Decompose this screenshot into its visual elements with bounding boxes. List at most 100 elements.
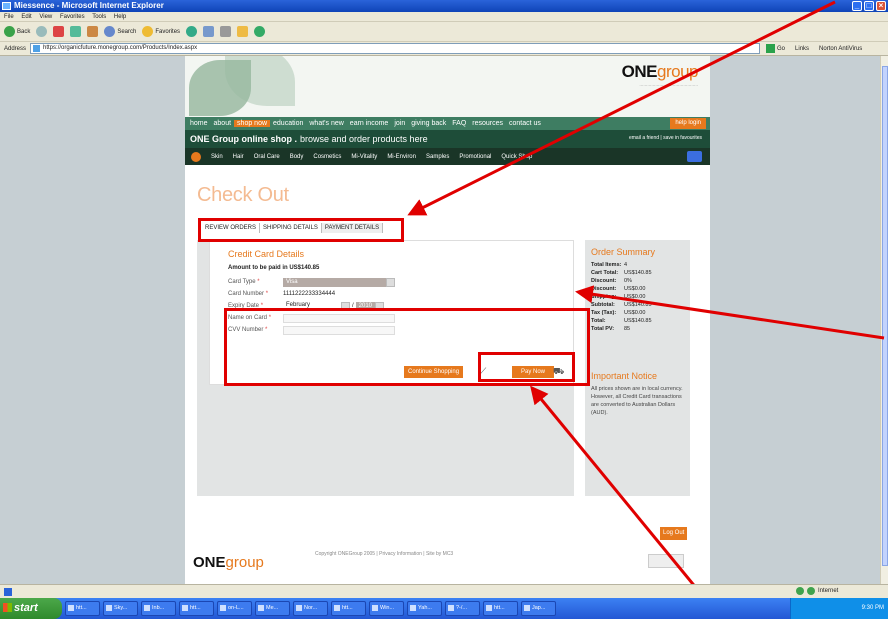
- category-skin[interactable]: Skin: [211, 154, 223, 160]
- star-icon: [142, 26, 154, 37]
- taskbar-item[interactable]: htt...: [179, 601, 214, 616]
- edit-button[interactable]: [237, 26, 249, 37]
- category-cosmetics[interactable]: Cosmetics: [313, 154, 341, 160]
- summary-row: Discount: US$0.00: [591, 286, 646, 292]
- summary-row: Shipping: US$0.00: [591, 294, 646, 300]
- favorites-button[interactable]: Favorites: [142, 26, 180, 37]
- annotation-box-steps: [198, 218, 404, 242]
- category-mi-environ[interactable]: Mi-Environ: [387, 154, 416, 160]
- taskbar-item[interactable]: Win...: [369, 601, 404, 616]
- category-body[interactable]: Body: [290, 154, 304, 160]
- norton-antivirus-button[interactable]: Norton AntiVirus: [819, 46, 862, 52]
- nav-whats-new[interactable]: what's new: [306, 120, 346, 127]
- main-nav: home about shop now education what's new…: [185, 117, 710, 130]
- taskbar-item[interactable]: Me...: [255, 601, 290, 616]
- menu-edit[interactable]: Edit: [21, 14, 31, 20]
- nav-resources[interactable]: resources: [469, 120, 506, 127]
- search-button[interactable]: Search: [104, 26, 136, 37]
- print-icon: [220, 26, 232, 37]
- taskbar-item[interactable]: Sky...: [103, 601, 138, 616]
- scrollbar-thumb[interactable]: [882, 66, 888, 566]
- important-notice-title: Important Notice: [591, 371, 658, 381]
- card-type-select[interactable]: Visa: [283, 277, 395, 287]
- forward-button[interactable]: [36, 26, 48, 37]
- nav-education[interactable]: education: [270, 120, 306, 127]
- messenger-button[interactable]: [254, 26, 266, 37]
- nav-join[interactable]: join: [391, 120, 408, 127]
- footer-logo[interactable]: ONEgroup: [193, 554, 264, 571]
- back-button[interactable]: Back: [4, 26, 30, 37]
- category-oral-care[interactable]: Oral Care: [254, 154, 280, 160]
- site-banner: ONEgroup ·······························…: [185, 56, 710, 117]
- nav-home[interactable]: home: [187, 120, 211, 127]
- taskbar-item[interactable]: htt...: [331, 601, 366, 616]
- home-button[interactable]: [87, 26, 99, 37]
- summary-row: Total: US$140.85: [591, 318, 652, 324]
- card-number-row: Card Number * 1111222233334444: [228, 291, 336, 297]
- category-bar: Skin Hair Oral Care Body Cosmetics Mi-Vi…: [185, 148, 710, 165]
- nav-faq[interactable]: FAQ: [449, 120, 469, 127]
- refresh-icon: [70, 26, 82, 37]
- window-titlebar: Miessence - Microsoft Internet Explorer …: [0, 0, 888, 12]
- taskbar-item[interactable]: on-L...: [217, 601, 252, 616]
- footer-badge: [648, 554, 684, 568]
- help-login-button[interactable]: help login: [670, 118, 706, 129]
- start-button[interactable]: start: [0, 598, 62, 619]
- menu-favorites[interactable]: Favorites: [60, 14, 85, 20]
- category-hair[interactable]: Hair: [233, 154, 244, 160]
- messenger-icon: [254, 26, 266, 37]
- footer-links[interactable]: Copyright ONEGroup 2005 | Privacy Inform…: [315, 551, 453, 557]
- taskbar-item[interactable]: Nor...: [293, 601, 328, 616]
- taskbar-item[interactable]: Yah...: [407, 601, 442, 616]
- menu-view[interactable]: View: [39, 14, 52, 20]
- category-mi-vitality[interactable]: Mi-Vitality: [351, 154, 377, 160]
- menu-help[interactable]: Help: [114, 14, 126, 20]
- taskbar-item[interactable]: ?-/...: [445, 601, 480, 616]
- page-status-icon: [4, 588, 12, 596]
- category-promotional[interactable]: Promotional: [459, 154, 491, 160]
- shop-tools-links[interactable]: email a friend | save in favourites: [629, 135, 702, 141]
- summary-row: Subtotal: US$140.85: [591, 302, 652, 308]
- nav-earn-income[interactable]: earn income: [347, 120, 392, 127]
- summary-row: Total Items: 4: [591, 262, 628, 268]
- clock[interactable]: 9:30 PM: [862, 605, 884, 611]
- windows-flag-icon: [3, 603, 12, 612]
- cart-icon[interactable]: [687, 151, 702, 162]
- refresh-button[interactable]: [70, 26, 82, 37]
- category-quick-shop[interactable]: Quick Shop: [501, 154, 532, 160]
- go-arrow-icon: [766, 44, 776, 53]
- window-title: Miessence - Microsoft Internet Explorer: [14, 1, 164, 10]
- logo-tagline-fineprint: ········································…: [639, 83, 698, 88]
- minimize-button[interactable]: _: [852, 1, 862, 11]
- mail-button[interactable]: [203, 26, 215, 37]
- shop-title: ONE Group online shop .: [190, 134, 297, 144]
- nav-contact-us[interactable]: contact us: [506, 120, 544, 127]
- print-button[interactable]: [220, 26, 232, 37]
- maximize-button[interactable]: □: [864, 1, 874, 11]
- nav-giving-back[interactable]: giving back: [408, 120, 449, 127]
- shop-heading-bar: ONE Group online shop . browse and order…: [185, 130, 710, 148]
- log-out-button[interactable]: Log Out: [660, 527, 688, 540]
- nav-shop-now[interactable]: shop now: [234, 120, 271, 127]
- taskbar-item[interactable]: Inb...: [141, 601, 176, 616]
- taskbar-item[interactable]: htt...: [65, 601, 100, 616]
- card-type-row: Card Type * Visa: [228, 277, 395, 287]
- links-button[interactable]: Links: [795, 46, 809, 52]
- close-button[interactable]: ×: [876, 1, 886, 11]
- stop-button[interactable]: [53, 26, 65, 37]
- go-button[interactable]: Go: [766, 44, 785, 53]
- card-number-label: Card Number: [228, 291, 265, 297]
- history-button[interactable]: [186, 26, 198, 37]
- category-samples[interactable]: Samples: [426, 154, 449, 160]
- nav-about[interactable]: about: [211, 120, 235, 127]
- home-icon: [87, 26, 99, 37]
- page-title: Check Out: [197, 184, 289, 206]
- card-number-input[interactable]: 1111222233334444: [283, 291, 335, 297]
- vertical-scrollbar[interactable]: [880, 56, 888, 584]
- taskbar-item[interactable]: Jap...: [521, 601, 556, 616]
- url-input[interactable]: https://organicfuture.monegroup.com/Prod…: [30, 43, 761, 54]
- taskbar-item[interactable]: htt...: [483, 601, 518, 616]
- menu-file[interactable]: File: [4, 14, 14, 20]
- onegroup-logo[interactable]: ONEgroup: [622, 62, 699, 82]
- menu-tools[interactable]: Tools: [92, 14, 106, 20]
